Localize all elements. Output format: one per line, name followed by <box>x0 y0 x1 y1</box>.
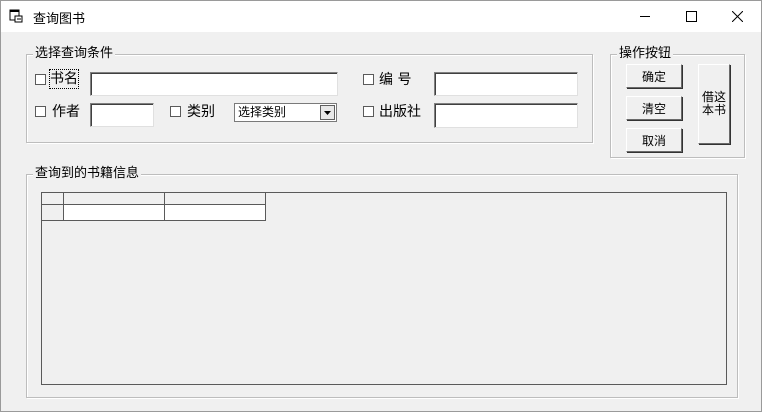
book-number-input[interactable] <box>434 72 578 96</box>
publisher-checkbox[interactable] <box>363 106 374 117</box>
maximize-button[interactable] <box>668 1 714 32</box>
minimize-button[interactable] <box>622 1 668 32</box>
borrow-book-label-line2: 本书 <box>701 103 726 117</box>
title-bar[interactable]: 查询图书 <box>1 1 761 32</box>
grid-column-header[interactable] <box>64 193 165 205</box>
cancel-button[interactable]: 取消 <box>626 128 682 152</box>
query-books-window: 查询图书 选择查询条件 书名 编 号 作者 类别 选择类别 出版社 操作按钮 确… <box>0 0 762 412</box>
category-select-value: 选择类别 <box>238 105 287 119</box>
maximize-icon <box>685 11 697 22</box>
author-input[interactable] <box>90 103 154 127</box>
book-name-input[interactable] <box>90 72 338 96</box>
results-group-title: 查询到的书籍信息 <box>33 166 142 182</box>
publisher-input[interactable] <box>434 103 578 128</box>
book-name-checkbox[interactable] <box>35 74 46 85</box>
criteria-group-title: 选择查询条件 <box>33 46 116 62</box>
grid-row-header[interactable] <box>42 205 64 221</box>
clear-button[interactable]: 清空 <box>626 96 682 120</box>
dropdown-arrow-icon <box>324 110 331 115</box>
window-title: 查询图书 <box>33 12 86 27</box>
app-icon <box>9 9 23 23</box>
author-checkbox[interactable] <box>35 106 46 117</box>
grid-corner-cell[interactable] <box>42 193 64 205</box>
close-button[interactable] <box>714 1 760 32</box>
borrow-book-button[interactable]: 借这 本书 <box>698 64 730 144</box>
confirm-button[interactable]: 确定 <box>626 64 682 88</box>
minimize-icon <box>639 16 650 17</box>
category-select[interactable]: 选择类别 <box>234 103 337 122</box>
close-icon <box>731 11 743 22</box>
actions-group-title: 操作按钮 <box>617 46 674 62</box>
grid-cell[interactable] <box>165 205 266 221</box>
category-checkbox[interactable] <box>170 106 181 117</box>
category-dropdown-button[interactable] <box>320 105 335 120</box>
book-number-checkbox[interactable] <box>363 74 374 85</box>
grid-column-header[interactable] <box>165 193 266 205</box>
author-label: 作者 <box>52 104 80 120</box>
results-grid[interactable] <box>41 192 727 385</box>
category-label: 类别 <box>187 104 215 120</box>
book-number-label: 编 号 <box>379 72 412 88</box>
publisher-label: 出版社 <box>379 104 421 120</box>
grid-cell[interactable] <box>64 205 165 221</box>
criteria-group: 选择查询条件 <box>26 46 593 143</box>
book-name-label: 书名 <box>49 69 79 89</box>
